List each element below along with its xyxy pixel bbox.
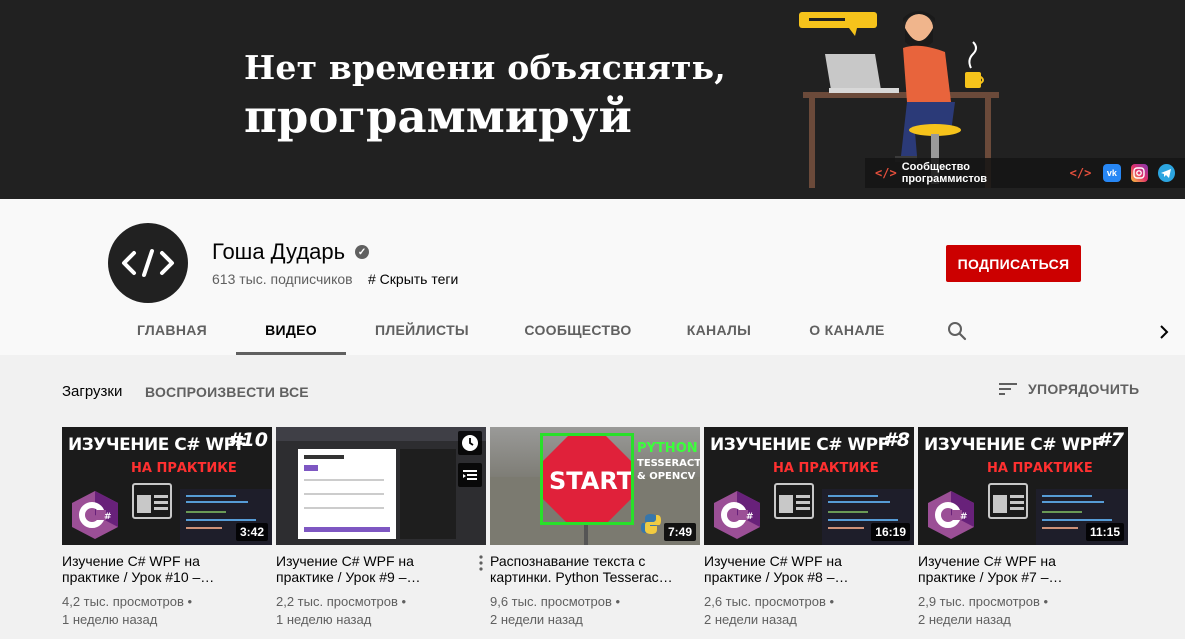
code-logo-icon: </> — [875, 166, 897, 180]
csharp-logo-icon: # — [928, 491, 974, 539]
detection-box — [540, 433, 634, 525]
chevron-right-icon[interactable] — [1155, 321, 1173, 343]
community-label: Сообщество программистов — [901, 161, 988, 185]
search-icon[interactable] — [946, 320, 968, 342]
channel-name: Гоша Дударь ✓ — [212, 239, 370, 265]
window-illustration — [774, 483, 814, 519]
verified-check-icon: ✓ — [355, 245, 370, 259]
banner-slogan-line1: Нет времени объяснять, — [244, 48, 726, 87]
channel-banner: Нет времени объяснять, программируй </> … — [0, 0, 1185, 199]
video-views: 2,9 тыс. просмотров • — [918, 594, 1049, 609]
hide-tags-link[interactable]: # Скрыть теги — [368, 271, 458, 287]
video-card[interactable]: Изучение C# WPF на практике / Урок #9 –…… — [276, 427, 486, 629]
video-card[interactable]: ИЗУЧЕНИЕ C# WPF НА ПРАКТИКЕ #10 # 3:42 И… — [62, 427, 272, 629]
video-title[interactable]: Изучение C# WPF на практике / Урок #9 –… — [276, 553, 472, 585]
video-meta: 9,6 тыс. просмотров • 2 недели назад — [490, 593, 700, 629]
video-meta: 2,9 тыс. просмотров • 2 недели назад — [918, 593, 1128, 629]
video-meta: 4,2 тыс. просмотров • 1 неделю назад — [62, 593, 272, 629]
code-logo-icon[interactable]: </> — [1070, 166, 1092, 180]
sort-label: УПОРЯДОЧИТЬ — [1028, 381, 1140, 397]
video-duration: 3:42 — [235, 523, 268, 541]
python-logo-icon — [641, 514, 661, 534]
window-illustration — [988, 483, 1028, 519]
thumbnail-tesseract-text: TESSERACT — [637, 458, 700, 469]
video-age: 1 неделю назад — [276, 612, 372, 627]
channel-name-text: Гоша Дударь — [212, 239, 346, 264]
tab-home[interactable]: ГЛАВНАЯ — [120, 309, 224, 355]
video-thumbnail[interactable]: ИЗУЧЕНИЕ C# WPF НА ПРАКТИКЕ #10 # 3:42 — [62, 427, 272, 545]
banner-slogan-line2: программируй — [244, 90, 632, 143]
video-card[interactable]: ИЗУЧЕНИЕ C# WPF НА ПРАКТИКЕ #8 # 16:19 И… — [704, 427, 914, 629]
tab-channels[interactable]: КАНАЛЫ — [672, 309, 766, 355]
watch-later-icon[interactable] — [458, 431, 482, 455]
video-card[interactable]: START PYTHON TESSERACT & OPENCV 7:49 Рас… — [490, 427, 700, 629]
tab-playlists[interactable]: ПЛЕЙЛИСТЫ — [360, 309, 484, 355]
thumbnail-title: ИЗУЧЕНИЕ C# WPF — [68, 435, 247, 455]
thumbnail-title: ИЗУЧЕНИЕ C# WPF — [924, 435, 1103, 455]
channel-tabs: ГЛАВНАЯ ВИДЕО ПЛЕЙЛИСТЫ СООБЩЕСТВО КАНАЛ… — [0, 309, 1185, 355]
video-card[interactable]: ИЗУЧЕНИЕ C# WPF НА ПРАКТИКЕ #7 # 11:15 И… — [918, 427, 1128, 629]
more-options-icon[interactable] — [478, 555, 484, 571]
thumbnail-title: ИЗУЧЕНИЕ C# WPF — [710, 435, 889, 455]
video-views: 9,6 тыс. просмотров • — [490, 594, 621, 609]
video-duration: 7:49 — [663, 523, 696, 541]
video-views: 2,2 тыс. просмотров • — [276, 594, 407, 609]
video-age: 1 неделю назад — [62, 612, 158, 627]
video-age: 2 недели назад — [918, 612, 1011, 627]
csharp-logo-icon: # — [72, 491, 118, 539]
channel-header: Гоша Дударь ✓ 613 тыс. подписчиков # Скр… — [0, 199, 1185, 355]
thumbnail-lesson-number: #10 — [228, 429, 268, 451]
video-title[interactable]: Изучение C# WPF на практике / Урок #8 –… — [704, 553, 900, 585]
thumbnail-python-text: PYTHON — [637, 441, 698, 456]
app-window-illustration — [298, 449, 396, 539]
add-to-queue-icon[interactable] — [458, 463, 482, 487]
video-age: 2 недели назад — [490, 612, 583, 627]
video-duration: 11:15 — [1085, 523, 1124, 541]
video-meta: 2,2 тыс. просмотров • 1 неделю назад — [276, 593, 486, 629]
telegram-icon[interactable] — [1157, 164, 1175, 182]
video-views: 4,2 тыс. просмотров • — [62, 594, 193, 609]
video-thumbnail[interactable] — [276, 427, 486, 545]
instagram-icon[interactable] — [1130, 164, 1148, 182]
tab-about[interactable]: О КАНАЛЕ — [796, 309, 898, 355]
video-age: 2 недели назад — [704, 612, 797, 627]
tab-videos[interactable]: ВИДЕО — [236, 309, 346, 355]
window-illustration — [132, 483, 172, 519]
svg-text:#: # — [960, 512, 968, 522]
subscriber-count: 613 тыс. подписчиков — [212, 271, 353, 287]
play-all-button[interactable]: ВОСПРОИЗВЕСТИ ВСЕ — [145, 384, 309, 400]
banner-social-strip: </> Сообщество программистов </> vk — [865, 158, 1185, 188]
video-title[interactable]: Изучение C# WPF на практике / Урок #10 –… — [62, 553, 258, 585]
sort-button[interactable]: УПОРЯДОЧИТЬ — [998, 381, 1139, 397]
sort-icon — [999, 383, 1017, 395]
video-meta: 2,6 тыс. просмотров • 2 недели назад — [704, 593, 914, 629]
video-thumbnail[interactable]: START PYTHON TESSERACT & OPENCV 7:49 — [490, 427, 700, 545]
csharp-logo-icon: # — [714, 491, 760, 539]
video-thumbnail[interactable]: ИЗУЧЕНИЕ C# WPF НА ПРАКТИКЕ #8 # 16:19 — [704, 427, 914, 545]
thumbnail-subtitle: НА ПРАКТИКЕ — [773, 461, 879, 476]
video-title[interactable]: Изучение C# WPF на практике / Урок #7 –… — [918, 553, 1114, 585]
video-title[interactable]: Распознавание текста с картинки. Python … — [490, 553, 686, 585]
subscribe-button[interactable]: ПОДПИСАТЬСЯ — [946, 245, 1081, 282]
sign-pole — [584, 523, 588, 545]
svg-text:#: # — [104, 512, 112, 522]
video-thumbnail[interactable]: ИЗУЧЕНИЕ C# WPF НА ПРАКТИКЕ #7 # 11:15 — [918, 427, 1128, 545]
thumbnail-subtitle: НА ПРАКТИКЕ — [987, 461, 1093, 476]
code-editor-illustration — [400, 449, 456, 539]
ide-menubar-illustration — [276, 427, 486, 441]
channel-avatar[interactable] — [108, 223, 188, 303]
uploads-label: Загрузки — [62, 383, 123, 400]
thumbnail-subtitle: НА ПРАКТИКЕ — [131, 461, 237, 476]
vk-icon[interactable]: vk — [1103, 164, 1121, 182]
thumbnail-opencv-text: & OPENCV — [637, 471, 696, 482]
thumbnail-lesson-number: #8 — [883, 429, 910, 451]
code-brackets-icon — [122, 249, 174, 277]
thumbnail-lesson-number: #7 — [1097, 429, 1124, 451]
video-duration: 16:19 — [871, 523, 910, 541]
svg-text:#: # — [746, 512, 754, 522]
videos-toolbar: Загрузки ВОСПРОИЗВЕСТИ ВСЕ УПОРЯДОЧИТЬ — [0, 355, 1185, 425]
video-views: 2,6 тыс. просмотров • — [704, 594, 835, 609]
tab-community[interactable]: СООБЩЕСТВО — [512, 309, 644, 355]
